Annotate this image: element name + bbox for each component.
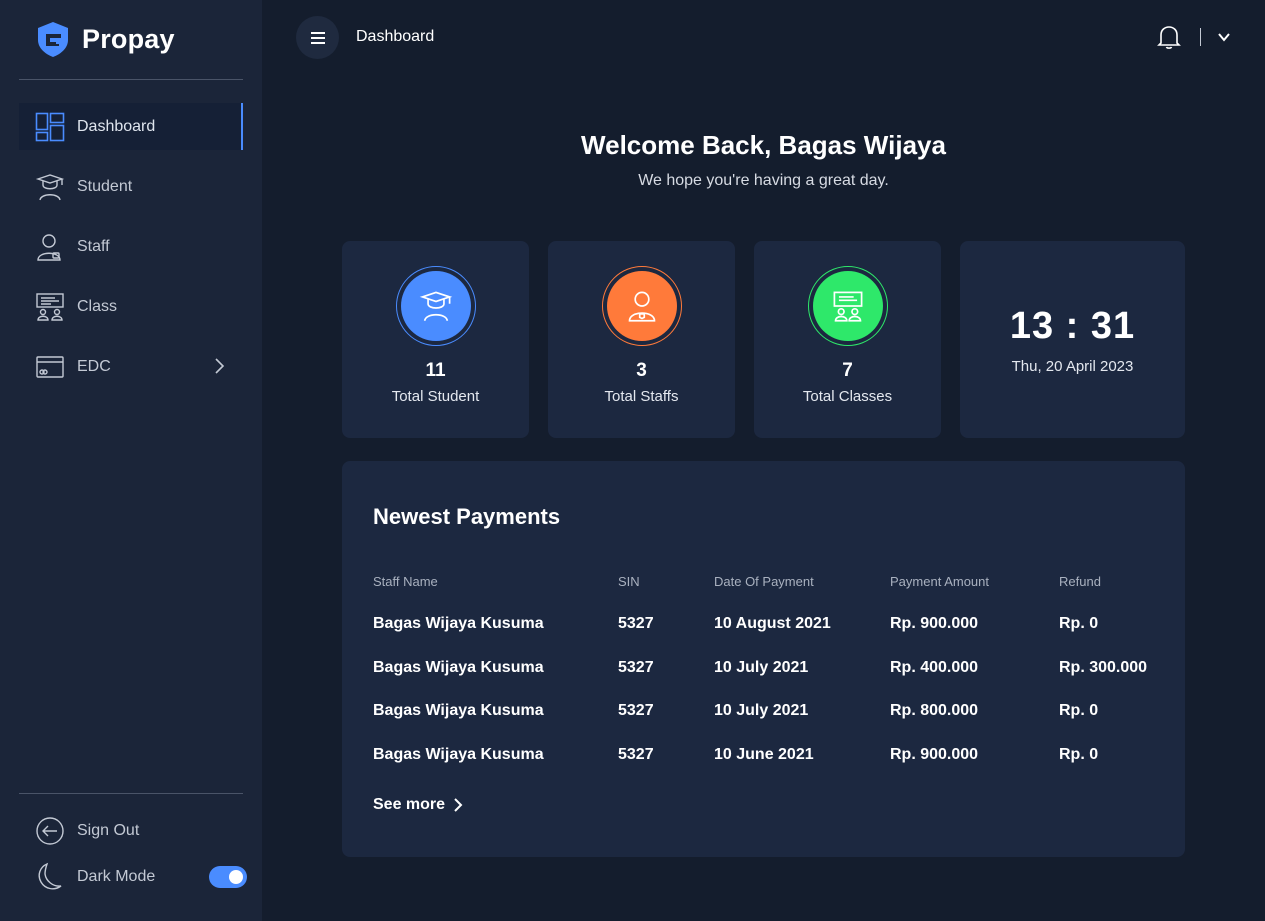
stat-value: 7 — [842, 360, 853, 381]
sidebar-item-class[interactable]: Class — [19, 283, 243, 330]
cell-refund: Rp. 300.000 — [1059, 659, 1148, 676]
dashboard-icon — [35, 112, 65, 142]
clock-time: 13 : 31 — [1009, 305, 1136, 347]
sign-out-label: Sign Out — [77, 822, 140, 839]
stat-icon-circle — [401, 271, 471, 341]
toggle-knob — [229, 870, 243, 884]
sidebar-bottom-divider — [19, 793, 243, 794]
cell-sin: 5327 — [618, 746, 654, 763]
stat-icon-circle — [607, 271, 677, 341]
dark-mode-row: Dark Mode — [19, 856, 249, 898]
cell-date: 10 July 2021 — [714, 659, 809, 676]
graduation-cap-icon — [35, 172, 65, 202]
menu-icon — [310, 31, 325, 44]
cell-refund: Rp. 0 — [1059, 702, 1099, 719]
table-row[interactable]: Bagas Wijaya Kusuma 5327 10 July 2021 Rp… — [342, 659, 1185, 683]
cell-staff-name: Bagas Wijaya Kusuma — [373, 615, 544, 632]
dark-mode-toggle[interactable] — [209, 866, 247, 888]
clock-date: Thu, 20 April 2023 — [1011, 358, 1134, 375]
cell-sin: 5327 — [618, 615, 654, 632]
column-header-staff-name: Staff Name — [373, 574, 438, 589]
sidebar: Propay Dashboard Student Staff Class EDC… — [0, 0, 262, 921]
app: Propay Dashboard Student Staff Class EDC… — [0, 0, 1265, 921]
dark-mode-label: Dark Mode — [77, 868, 156, 885]
stat-icon-circle — [813, 271, 883, 341]
column-header-date: Date Of Payment — [714, 574, 814, 589]
sidebar-item-label: Dashboard — [77, 117, 156, 135]
stat-icon-ring — [808, 266, 888, 346]
stat-label: Total Student — [391, 388, 480, 405]
sidebar-item-dashboard[interactable]: Dashboard — [19, 103, 243, 150]
table-row[interactable]: Bagas Wijaya Kusuma 5327 10 July 2021 Rp… — [342, 702, 1185, 726]
cell-date: 10 June 2021 — [714, 746, 814, 763]
moon-icon — [35, 862, 65, 892]
stat-card-classes[interactable]: 7 Total Classes — [754, 241, 941, 438]
stat-icon-ring — [396, 266, 476, 346]
sidebar-item-label: Staff — [77, 237, 110, 255]
brand-name: Propay — [82, 23, 175, 54]
chevron-down-icon[interactable] — [1216, 30, 1232, 44]
sidebar-bottom: Sign Out Dark Mode — [19, 810, 249, 902]
bell-icon[interactable] — [1157, 24, 1181, 50]
column-header-sin: SIN — [618, 574, 640, 589]
stat-label: Total Staffs — [604, 388, 679, 405]
brand[interactable]: Propay — [34, 20, 175, 58]
cell-staff-name: Bagas Wijaya Kusuma — [373, 702, 544, 719]
cell-refund: Rp. 0 — [1059, 746, 1099, 763]
cell-staff-name: Bagas Wijaya Kusuma — [373, 659, 544, 676]
classroom-icon — [833, 291, 863, 322]
sidebar-divider — [19, 79, 243, 80]
newest-payments-card: Newest Payments Staff Name SIN Date Of P… — [342, 461, 1185, 857]
cell-amount: Rp. 900.000 — [890, 746, 979, 763]
sidebar-item-label: EDC — [77, 357, 111, 375]
graduation-cap-icon — [419, 291, 453, 322]
cell-date: 10 July 2021 — [714, 702, 809, 719]
card-terminal-icon — [35, 352, 65, 382]
welcome-subtitle: We hope you're having a great day. — [638, 172, 889, 189]
sidebar-item-label: Student — [77, 177, 133, 195]
sidebar-item-edc[interactable]: EDC — [19, 343, 243, 390]
table-row[interactable]: Bagas Wijaya Kusuma 5327 10 August 2021 … — [342, 615, 1185, 639]
classroom-icon — [35, 292, 65, 322]
topbar-separator — [1200, 28, 1201, 46]
sidebar-item-staff[interactable]: Staff — [19, 223, 243, 270]
see-more-label: See more — [373, 796, 446, 813]
stat-card-students[interactable]: 11 Total Student — [342, 241, 529, 438]
sidebar-item-student[interactable]: Student — [19, 163, 243, 210]
cell-date: 10 August 2021 — [714, 615, 831, 632]
chevron-right-icon — [454, 798, 463, 812]
stat-label: Total Classes — [802, 388, 893, 405]
column-header-amount: Payment Amount — [890, 574, 989, 589]
see-more-link[interactable]: See more — [373, 796, 463, 814]
sidebar-item-label: Class — [77, 297, 118, 315]
staff-icon — [35, 232, 65, 262]
sidebar-nav: Dashboard Student Staff Class EDC — [19, 103, 243, 403]
table-row[interactable]: Bagas Wijaya Kusuma 5327 10 June 2021 Rp… — [342, 746, 1185, 770]
chevron-right-icon — [215, 358, 225, 374]
cell-amount: Rp. 900.000 — [890, 615, 979, 632]
propay-logo-icon — [38, 22, 68, 57]
welcome-title: Welcome Back, Bagas Wijaya — [581, 130, 946, 160]
cell-sin: 5327 — [618, 702, 654, 719]
stat-value: 11 — [425, 360, 446, 381]
cell-staff-name: Bagas Wijaya Kusuma — [373, 746, 544, 763]
stat-value: 3 — [636, 360, 647, 381]
clock-card: 13 : 31 Thu, 20 April 2023 — [960, 241, 1185, 438]
sign-out-button[interactable]: Sign Out — [19, 810, 249, 852]
staff-icon — [628, 291, 656, 322]
stat-icon-ring — [602, 266, 682, 346]
sign-out-icon — [35, 816, 65, 846]
cell-refund: Rp. 0 — [1059, 615, 1099, 632]
breadcrumb: Dashboard — [356, 28, 435, 45]
cell-sin: 5327 — [618, 659, 654, 676]
cell-amount: Rp. 800.000 — [890, 702, 979, 719]
menu-button[interactable] — [296, 16, 339, 59]
column-header-refund: Refund — [1059, 574, 1101, 589]
stat-card-staffs[interactable]: 3 Total Staffs — [548, 241, 735, 438]
cell-amount: Rp. 400.000 — [890, 659, 979, 676]
payments-title: Newest Payments — [373, 504, 561, 529]
